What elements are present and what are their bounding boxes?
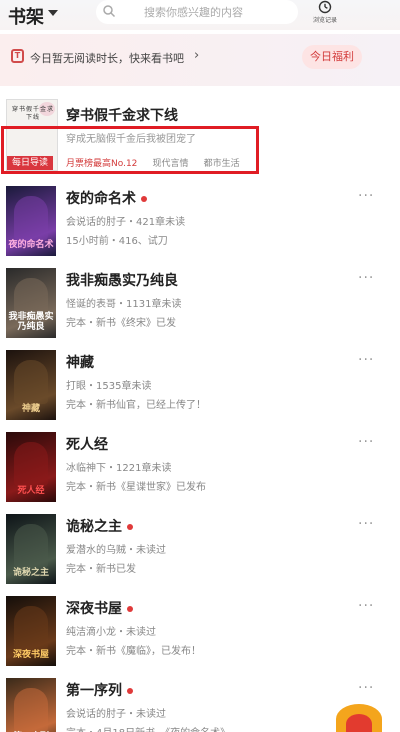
book-row[interactable]: 死人经 死人经 冰临神下・1221章未读 完本・新书《星谍世家》已发布 ··· bbox=[0, 432, 400, 512]
search-icon bbox=[103, 5, 116, 18]
book-title[interactable]: 神藏 bbox=[66, 352, 94, 372]
book-title-text: 死人经 bbox=[66, 437, 108, 453]
notice-text: 今日暂无阅读时长，快来看书吧 bbox=[30, 52, 184, 65]
book-title-text: 诡秘之主 bbox=[66, 519, 122, 535]
book-title-text: 夜的命名术 bbox=[66, 191, 136, 207]
book-cover[interactable]: 死人经 bbox=[6, 432, 56, 502]
book-author-progress: 冰临神下・1221章未读 bbox=[66, 463, 172, 474]
featured-book-title[interactable]: 穿书假千金求下线 bbox=[66, 105, 178, 125]
book-author-progress: 会说话的肘子・421章未读 bbox=[66, 217, 186, 228]
book-author-progress: 会说话的肘子・未读过 bbox=[66, 709, 166, 720]
cover-title: 我非痴愚实乃纯良 bbox=[8, 312, 54, 332]
cover-title: 神藏 bbox=[21, 404, 40, 414]
book-title[interactable]: 我非痴愚实乃纯良 bbox=[66, 270, 178, 290]
book-cover[interactable]: 神藏 bbox=[6, 350, 56, 420]
cover-figure bbox=[14, 196, 48, 240]
more-options-icon[interactable]: ··· bbox=[358, 598, 374, 614]
book-latest-update: 完本・4月18日新书，《夜的命名术》 bbox=[66, 724, 230, 732]
update-dot-icon bbox=[127, 688, 133, 694]
book-row[interactable]: 夜的命名术 夜的命名术 会说话的肘子・421章未读 15小时前・416、试刀 ··· bbox=[0, 186, 400, 266]
gift-icon[interactable] bbox=[330, 694, 390, 732]
book-row[interactable]: 诡秘之主 诡秘之主 爱潜水的乌贼・未读过 完本・新书已发 ··· bbox=[0, 514, 400, 594]
cover-title: 深夜书屋 bbox=[12, 650, 49, 660]
book-title[interactable]: 深夜书屋 bbox=[66, 598, 133, 618]
more-options-icon[interactable]: ··· bbox=[358, 188, 374, 204]
book-title-text: 我非痴愚实乃纯良 bbox=[66, 273, 178, 289]
book-cover[interactable]: 深夜书屋 bbox=[6, 596, 56, 666]
book-author-progress: 打眼・1535章未读 bbox=[66, 381, 152, 392]
gift-inner bbox=[346, 714, 372, 732]
more-options-icon[interactable]: ··· bbox=[358, 434, 374, 450]
book-latest-update: 完本・新书《魔临》，已发布！ bbox=[66, 646, 201, 657]
book-author-progress: 怪诞的表哥・1131章未读 bbox=[66, 299, 182, 310]
calendar-icon: T bbox=[11, 49, 24, 63]
cover-calligraphy: 穿书假千金求下线 bbox=[11, 106, 54, 121]
book-latest-update: 完本・新书《终宋》已发 bbox=[66, 318, 176, 329]
search-placeholder: 搜索你感兴趣的内容 bbox=[144, 6, 243, 19]
update-dot-icon bbox=[141, 196, 147, 202]
cover-title: 死人经 bbox=[17, 486, 45, 496]
daily-welfare-button[interactable]: 今日福利 bbox=[302, 45, 362, 69]
bookshelf-title[interactable]: 书架 bbox=[8, 3, 44, 29]
cover-figure bbox=[14, 688, 48, 732]
book-row[interactable]: 我非痴愚实乃纯良 我非痴愚实乃纯良 怪诞的表哥・1131章未读 完本・新书《终宋》已发… bbox=[0, 268, 400, 348]
more-options-icon[interactable]: ··· bbox=[358, 516, 374, 532]
more-options-icon[interactable]: ··· bbox=[358, 270, 374, 286]
book-title[interactable]: 诡秘之主 bbox=[66, 516, 133, 536]
book-author-progress: 爱潜水的乌贼・未读过 bbox=[66, 545, 166, 556]
book-latest-update: 15小时前・416、试刀 bbox=[66, 236, 168, 247]
book-latest-update: 完本・新书《星谍世家》已发布 bbox=[66, 482, 206, 493]
book-latest-update: 完本・新书已发 bbox=[66, 564, 136, 575]
book-title-text: 第一序列 bbox=[66, 683, 122, 699]
book-title-text: 深夜书屋 bbox=[66, 601, 122, 617]
update-dot-icon bbox=[127, 524, 133, 530]
update-dot-icon bbox=[127, 606, 133, 612]
browsing-history-button[interactable]: 浏览记录 bbox=[308, 0, 342, 26]
book-cover[interactable]: 夜的命名术 bbox=[6, 186, 56, 256]
book-title-text: 神藏 bbox=[66, 355, 94, 371]
book-title[interactable]: 第一序列 bbox=[66, 680, 133, 700]
chevron-down-icon[interactable] bbox=[48, 10, 58, 16]
clock-icon bbox=[318, 0, 332, 14]
book-row[interactable]: 深夜书屋 深夜书屋 纯洁滴小龙・未读过 完本・新书《魔临》，已发布！ ··· bbox=[0, 596, 400, 676]
search-bar[interactable]: 搜索你感兴趣的内容 bbox=[96, 0, 298, 24]
cover-figure bbox=[14, 360, 48, 404]
book-cover[interactable]: 第一序列 bbox=[6, 678, 56, 732]
chevron-right-icon: › bbox=[194, 48, 200, 63]
book-title[interactable]: 死人经 bbox=[66, 434, 108, 454]
history-label: 浏览记录 bbox=[312, 17, 337, 24]
book-latest-update: 完本・新书仙官，已经上传了！ bbox=[66, 400, 206, 411]
cover-title: 夜的命名术 bbox=[8, 240, 54, 250]
cover-figure bbox=[14, 606, 48, 650]
book-cover[interactable]: 我非痴愚实乃纯良 bbox=[6, 268, 56, 338]
reading-time-notice[interactable]: T 今日暂无阅读时长，快来看书吧 › 今日福利 bbox=[0, 34, 400, 86]
book-cover[interactable]: 诡秘之主 bbox=[6, 514, 56, 584]
cover-title: 诡秘之主 bbox=[12, 568, 49, 578]
cover-figure bbox=[14, 524, 48, 568]
more-options-icon[interactable]: ··· bbox=[358, 352, 374, 368]
cover-figure bbox=[14, 442, 48, 486]
top-bar: 书架 搜索你感兴趣的内容 浏览记录 bbox=[0, 0, 400, 30]
highlight-annotation-box bbox=[1, 126, 259, 174]
book-author-progress: 纯洁滴小龙・未读过 bbox=[66, 627, 156, 638]
book-title[interactable]: 夜的命名术 bbox=[66, 188, 147, 208]
book-row[interactable]: 神藏 神藏 打眼・1535章未读 完本・新书仙官，已经上传了！ ··· bbox=[0, 350, 400, 430]
